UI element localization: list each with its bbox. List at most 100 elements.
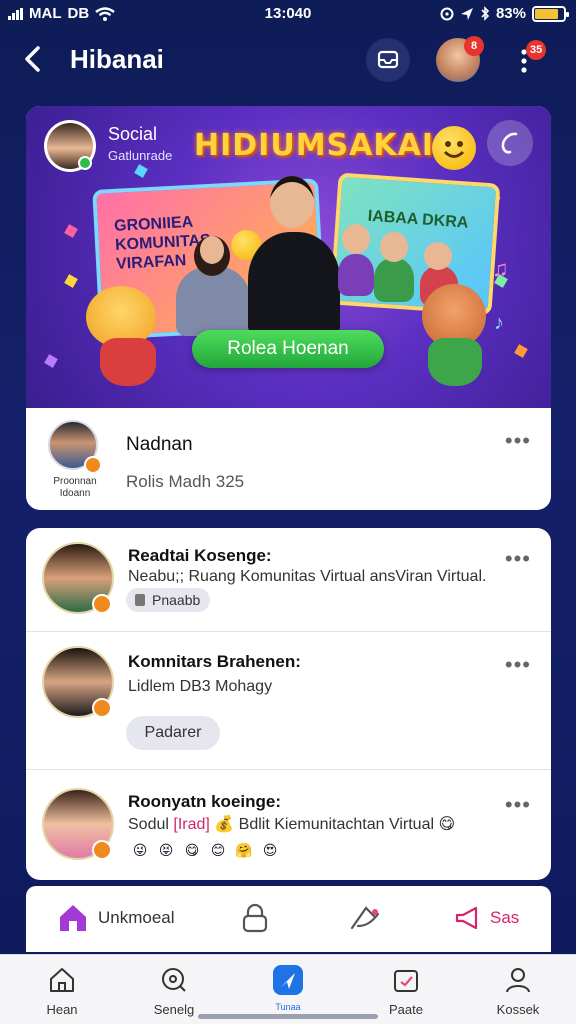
battery-icon [532, 5, 569, 22]
confetti-shape [134, 164, 148, 178]
bear-mascot-body [100, 338, 156, 386]
lock-action-button[interactable] [240, 900, 270, 936]
man-figure [248, 232, 340, 336]
online-status-dot [78, 156, 92, 170]
back-button[interactable] [18, 42, 52, 76]
join-cta-button[interactable]: Rolea Hoenan [192, 330, 384, 368]
fox-mascot-body [428, 338, 482, 386]
tag-icon [135, 594, 145, 606]
featured-banner[interactable]: ♪ ♫ ♪ Social Gatlunrade HIDIUMSAKAI GRON… [26, 106, 551, 408]
item-subtitle: Sodul [Irad] 💰 Bdlit Kiemunitachtan Virt… [128, 814, 455, 834]
more-options-icon[interactable]: ••• [505, 652, 531, 678]
nav-item-home[interactable]: Hean [12, 965, 112, 1017]
reaction-emoji[interactable]: 🤗 [232, 838, 256, 862]
confetti-shape [514, 344, 528, 358]
inbox-button[interactable] [366, 38, 410, 82]
smiley-emoji-icon [432, 126, 476, 170]
home-action-button[interactable]: Unkmoeal [56, 900, 175, 936]
subtitle-rest: 💰 Bdlit Kiemunitachtan Virtual 😋 [214, 816, 456, 833]
status-badge-icon [92, 840, 112, 860]
nav-item-post[interactable]: Paate [356, 965, 456, 1017]
man-head [270, 176, 314, 228]
phone-icon [501, 132, 518, 154]
author-name[interactable]: Nadnan [126, 434, 193, 456]
subtitle-highlight[interactable]: [Irad] [173, 816, 209, 833]
search-icon [162, 968, 186, 992]
confetti-shape [64, 224, 78, 238]
action-chip-button[interactable]: Padarer [126, 716, 220, 750]
post-author-row: Proonnan Idoann Nadnan Rolis Madh 325 ••… [26, 408, 551, 510]
banner-title: HIDIUMSAKAI [194, 128, 434, 163]
reaction-emoji[interactable]: 😋 [180, 838, 204, 862]
location-icon [460, 7, 473, 20]
account-subtitle: Gatlunrade [108, 148, 173, 163]
call-button[interactable] [487, 120, 533, 166]
action-label: Unkmoeal [98, 908, 175, 927]
post-icon [394, 970, 418, 992]
reaction-emoji[interactable]: 😝 [154, 838, 178, 862]
nav-item-search[interactable]: Senelg [124, 965, 224, 1017]
share-icon [350, 906, 380, 930]
subtitle-prefix: Sodul [128, 816, 169, 833]
panel-right-text: IABAA DKRA [367, 207, 469, 232]
item-title: Roonyatn koeinge: [128, 792, 282, 811]
megaphone-icon [455, 906, 478, 930]
chip-label: Pnaabb [152, 592, 201, 608]
tag-chip[interactable]: Pnaabb [126, 588, 211, 612]
reaction-emoji-row[interactable]: 😜 😝 😋 😊 🤗 😍 [128, 838, 282, 862]
featured-post-card[interactable]: ♪ ♫ ♪ Social Gatlunrade HIDIUMSAKAI GRON… [26, 106, 551, 510]
child-head [342, 224, 370, 254]
author-caption: Proonnan Idoann [53, 476, 97, 499]
list-item[interactable]: Readtai Kosenge: Neabu;; Ruang Komunitas… [26, 528, 551, 632]
woman-figure [176, 266, 250, 336]
bluetooth-icon [481, 6, 490, 21]
action-label: Sas [490, 908, 520, 927]
more-options-icon[interactable]: ••• [505, 792, 531, 818]
home-indicator[interactable] [198, 1014, 378, 1019]
list-item[interactable]: Roonyatn koeinge: Sodul [Irad] 💰 Bdlit K… [26, 770, 551, 880]
menu-badge: 35 [526, 40, 547, 60]
more-options-icon[interactable]: ••• [505, 546, 531, 572]
status-badge-icon [92, 594, 112, 614]
home-icon [50, 968, 74, 992]
alarm-icon [440, 7, 454, 20]
more-options-icon[interactable]: ••• [505, 428, 531, 454]
list-item[interactable]: Komnitars Brahenen: Lidlem DB3 Mohagy Pa… [26, 632, 551, 770]
avatar-badge: 8 [464, 36, 484, 56]
nav-label: Tunaa [275, 1002, 301, 1012]
nav-item-profile[interactable]: Kossek [468, 965, 568, 1017]
reaction-emoji[interactable]: 😍 [258, 838, 282, 862]
battery-percent: 83% [495, 5, 526, 22]
inbox-icon [377, 50, 399, 69]
confetti-shape [64, 274, 78, 288]
verified-badge-icon [84, 456, 102, 474]
reaction-emoji[interactable]: 😊 [206, 838, 230, 862]
user-icon [506, 968, 530, 993]
author-meta: Rolis Madh 325 [126, 472, 245, 491]
child-figure [338, 254, 374, 296]
share-action-button[interactable] [348, 900, 382, 936]
chevron-left-icon [25, 46, 40, 72]
item-title: Readtai Kosenge: [128, 546, 272, 565]
status-badge-icon [92, 698, 112, 718]
woman-head [194, 236, 230, 276]
music-note-icon: ♪ [494, 312, 504, 334]
item-subtitle: Neabu;; Ruang Komunitas Virtual ansViran… [128, 568, 487, 585]
nav-item-create[interactable]: Tunaa [238, 965, 338, 1012]
profile-avatar[interactable]: 8 [436, 36, 484, 82]
app-header: Hibanai 8 35 [0, 28, 576, 92]
community-list-card: Readtai Kosenge: Neabu;; Ruang Komunitas… [26, 528, 551, 880]
status-bar: MAL DB 13:040 83% [0, 0, 576, 28]
post-action-bar: Unkmoeal Sas [26, 886, 551, 952]
child-head [424, 242, 452, 270]
more-menu-button[interactable]: 35 [516, 40, 547, 76]
item-title: Komnitars Brahenen: [128, 652, 301, 671]
nav-label: Kossek [496, 1002, 540, 1017]
house-icon [60, 905, 86, 931]
reaction-emoji[interactable]: 😜 [128, 838, 152, 862]
nav-label: Hean [46, 1002, 78, 1017]
announce-action-button[interactable]: Sas [454, 900, 519, 936]
lock-icon [242, 903, 268, 933]
account-name: Social [108, 124, 158, 144]
page-title: Hibanai [70, 44, 164, 74]
